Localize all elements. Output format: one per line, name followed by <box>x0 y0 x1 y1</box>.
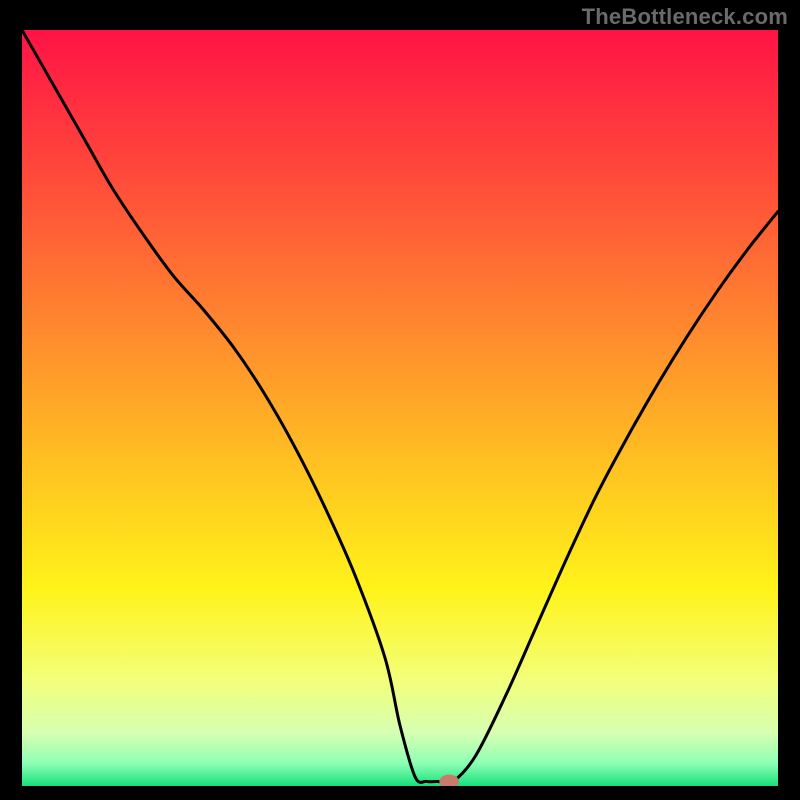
watermark-text: TheBottleneck.com <box>582 4 788 30</box>
chart-container: TheBottleneck.com <box>0 0 800 800</box>
chart-svg <box>22 30 778 786</box>
plot-area <box>22 30 778 786</box>
chart-background <box>22 30 778 786</box>
plot-frame <box>22 30 778 786</box>
